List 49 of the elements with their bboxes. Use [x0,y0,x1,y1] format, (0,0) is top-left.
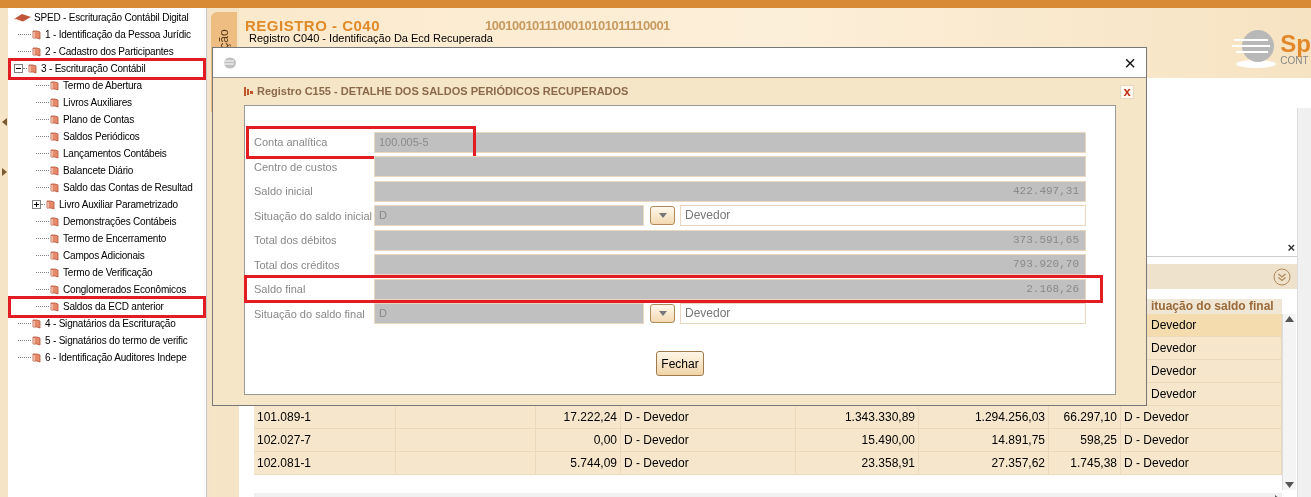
tree-item[interactable]: Campos Adicionais [63,248,145,263]
table-row[interactable]: 102.081-1 5.744,09 D - Devedor 23.358,91 27.357,62 1.745,38 D - Devedor [254,452,1282,475]
tree-item[interactable]: Termo de Verificação [63,265,153,280]
table-cell: D - Devedor [621,452,796,475]
input-field[interactable]: Devedor [680,205,1086,227]
tree-item[interactable]: 3 - Escrituração Contábil [41,61,146,76]
tree-item[interactable]: Livro Auxiliar Parametrizado [59,197,178,212]
binary-pattern: 1001001011100010101011110001 [485,17,670,34]
tree-item[interactable]: Conglomerados Econômicos [63,282,187,297]
table-row[interactable]: 101.089-1 17.222,24 D - Devedor 1.343.330,89 1.294.256,03 66.297,10 D - Devedor [254,406,1282,429]
tree-item[interactable]: Termo de Abertura [63,78,142,93]
tree-item[interactable]: Demonstrações Contábeis [63,214,177,229]
field-label: Saldo inicial [254,184,314,199]
tree-item[interactable]: 6 - Identificação Auditores Indepe [45,350,187,365]
tree-item[interactable]: Saldos da ECD anterior [63,299,164,314]
table-cell: 27.357,62 [919,452,1049,475]
page-subtitle: Registro C040 - Identificação Da Ecd Recuperada [249,32,493,45]
table-cell: 102.081-1 [254,452,396,475]
logo-subtext: CONT [1280,56,1309,66]
field-label: Total dos débitos [254,233,338,248]
tree-item[interactable]: Plano de Contas [63,112,134,127]
table-cell: 5.744,09 [536,452,621,475]
tree-item[interactable]: 1 - Identificação da Pessoa Jurídic [45,27,191,42]
logo-text: Sp [1280,32,1311,56]
tree-item[interactable]: SPED - Escrituração Contábil Digital [34,10,189,25]
tree-item[interactable]: Balancete Diário [63,163,134,178]
tree-item[interactable]: 5 - Signatários do termo de verific [45,333,188,348]
field-label: Conta analítica [254,135,329,150]
field-label: Situação do saldo final [254,306,366,322]
tree-item[interactable]: Saldo das Contas de Resultad [63,180,193,195]
field-label: Centro de custos [254,159,339,175]
field-label: Total dos créditos [254,257,341,273]
tree-item[interactable]: Termo de Encerramento [63,231,167,246]
close-dialog-button[interactable]: Fechar [656,351,704,376]
dialog-title: Registro C155 - DETALHE DOS SALDOS PERIÓDICOS RECUPERADOS [257,84,629,100]
field-label: Saldo final [254,282,307,297]
close-button[interactable]: × [1287,241,1295,254]
tree-item[interactable]: Lançamentos Contábeis [63,146,167,161]
input-field[interactable]: Devedor [680,303,1086,325]
close-button[interactable]: × [1124,52,1136,73]
close-button[interactable]: x [1120,84,1134,99]
tree-item[interactable]: 2 - Cadastro dos Participantes [45,44,174,59]
table-cell: 23.358,91 [796,452,919,475]
table-cell: 1.745,38 [1049,452,1121,475]
table-row[interactable]: 102.027-7 0,00 D - Devedor 15.490,00 14.891,75 598,25 D - Devedor [254,429,1282,452]
tree-item[interactable]: Saldos Periódicos [63,129,140,144]
tree-item[interactable]: Livros Auxiliares [63,95,132,110]
tree-item[interactable]: 4 - Signatários da Escrituração [45,316,176,331]
field-label: Situação do saldo inicial [254,208,374,224]
